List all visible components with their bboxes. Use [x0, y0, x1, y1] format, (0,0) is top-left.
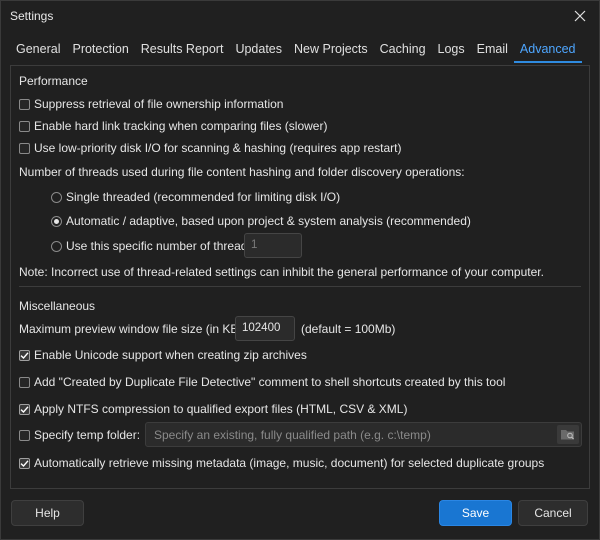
tab-email[interactable]: Email	[471, 41, 514, 63]
radio-selected-dot	[54, 218, 59, 224]
settings-window: Settings General Protection Results Repo…	[0, 0, 600, 540]
radio-button[interactable]	[51, 240, 62, 252]
checkbox-label: Apply NTFS compression to qualified expo…	[34, 402, 408, 416]
tab-updates[interactable]: Updates	[229, 41, 288, 63]
checkbox-label: Enable Unicode support when creating zip…	[34, 348, 307, 362]
checkbox-label: Automatically retrieve missing metadata …	[34, 456, 545, 470]
hard-link-tracking-checkbox[interactable]: Enable hard link tracking when comparing…	[19, 119, 327, 133]
check-icon	[20, 405, 29, 413]
checkbox-box[interactable]	[19, 429, 30, 441]
radio-button[interactable]	[51, 191, 62, 203]
radio-button[interactable]	[51, 215, 62, 227]
checkbox-box[interactable]	[19, 120, 30, 132]
temp-folder-checkbox[interactable]: Specify temp folder:	[19, 428, 140, 442]
performance-section-title: Performance	[19, 74, 88, 88]
check-icon	[20, 459, 29, 467]
cancel-button[interactable]: Cancel	[518, 500, 588, 526]
radio-label: Single threaded (recommended for limitin…	[66, 190, 341, 204]
title-bar: Settings	[1, 1, 599, 31]
radio-label: Automatic / adaptive, based upon project…	[66, 214, 471, 228]
tab-protection[interactable]: Protection	[66, 41, 134, 63]
checkbox-box[interactable]	[19, 457, 30, 469]
checkbox-box[interactable]	[19, 98, 30, 110]
tab-results-report[interactable]: Results Report	[135, 41, 230, 63]
tab-general[interactable]: General	[10, 41, 66, 63]
check-icon	[20, 351, 29, 359]
thread-count-input[interactable]: 1	[244, 233, 302, 258]
radio-label: Use this specific number of threads:	[66, 239, 257, 253]
radio-single-threaded[interactable]: Single threaded (recommended for limitin…	[51, 190, 340, 204]
radio-automatic-adaptive[interactable]: Automatic / adaptive, based upon project…	[51, 214, 471, 228]
checkbox-label: Enable hard link tracking when comparing…	[34, 119, 328, 133]
temp-folder-input[interactable]: Specify an existing, fully qualified pat…	[145, 422, 582, 447]
close-icon	[574, 10, 586, 22]
close-button[interactable]	[569, 5, 591, 27]
folder-search-icon	[561, 430, 574, 440]
temp-folder-placeholder: Specify an existing, fully qualified pat…	[154, 428, 431, 442]
tab-caching[interactable]: Caching	[374, 41, 432, 63]
misc-section-title: Miscellaneous	[19, 299, 96, 313]
checkbox-box[interactable]	[19, 376, 30, 388]
tab-new-projects[interactable]: New Projects	[288, 41, 374, 63]
browse-folder-button[interactable]	[557, 425, 579, 444]
help-button[interactable]: Help	[11, 500, 84, 526]
ntfs-compression-checkbox[interactable]: Apply NTFS compression to qualified expo…	[19, 402, 407, 416]
low-priority-io-checkbox[interactable]: Use low-priority disk I/O for scanning &…	[19, 141, 401, 155]
checkbox-box[interactable]	[19, 349, 30, 361]
save-button[interactable]: Save	[439, 500, 512, 526]
advanced-panel: Performance Suppress retrieval of file o…	[10, 65, 590, 489]
tab-bar: General Protection Results Report Update…	[10, 41, 582, 65]
checkbox-box[interactable]	[19, 403, 30, 415]
shortcut-comment-checkbox[interactable]: Add "Created by Duplicate File Detective…	[19, 375, 505, 389]
checkbox-label: Suppress retrieval of file ownership inf…	[34, 97, 284, 111]
radio-specific-threads[interactable]: Use this specific number of threads:	[51, 239, 257, 253]
checkbox-label: Use low-priority disk I/O for scanning &…	[34, 141, 402, 155]
unicode-zip-checkbox[interactable]: Enable Unicode support when creating zip…	[19, 348, 307, 362]
section-divider	[19, 286, 581, 287]
preview-size-input[interactable]: 102400	[235, 316, 295, 341]
preview-size-default: (default = 100Mb)	[301, 322, 396, 336]
checkbox-label: Add "Created by Duplicate File Detective…	[34, 375, 506, 389]
retrieve-metadata-checkbox[interactable]: Automatically retrieve missing metadata …	[19, 456, 544, 470]
tab-advanced[interactable]: Advanced	[513, 41, 582, 63]
checkbox-box[interactable]	[19, 142, 30, 154]
preview-size-label: Maximum preview window file size (in KB)…	[19, 322, 246, 336]
tab-logs[interactable]: Logs	[432, 41, 471, 63]
thread-note: Note: Incorrect use of thread-related se…	[19, 265, 544, 279]
checkbox-label: Specify temp folder:	[34, 428, 141, 442]
window-title: Settings	[10, 9, 54, 23]
threads-label: Number of threads used during file conte…	[19, 165, 465, 179]
suppress-ownership-checkbox[interactable]: Suppress retrieval of file ownership inf…	[19, 97, 283, 111]
